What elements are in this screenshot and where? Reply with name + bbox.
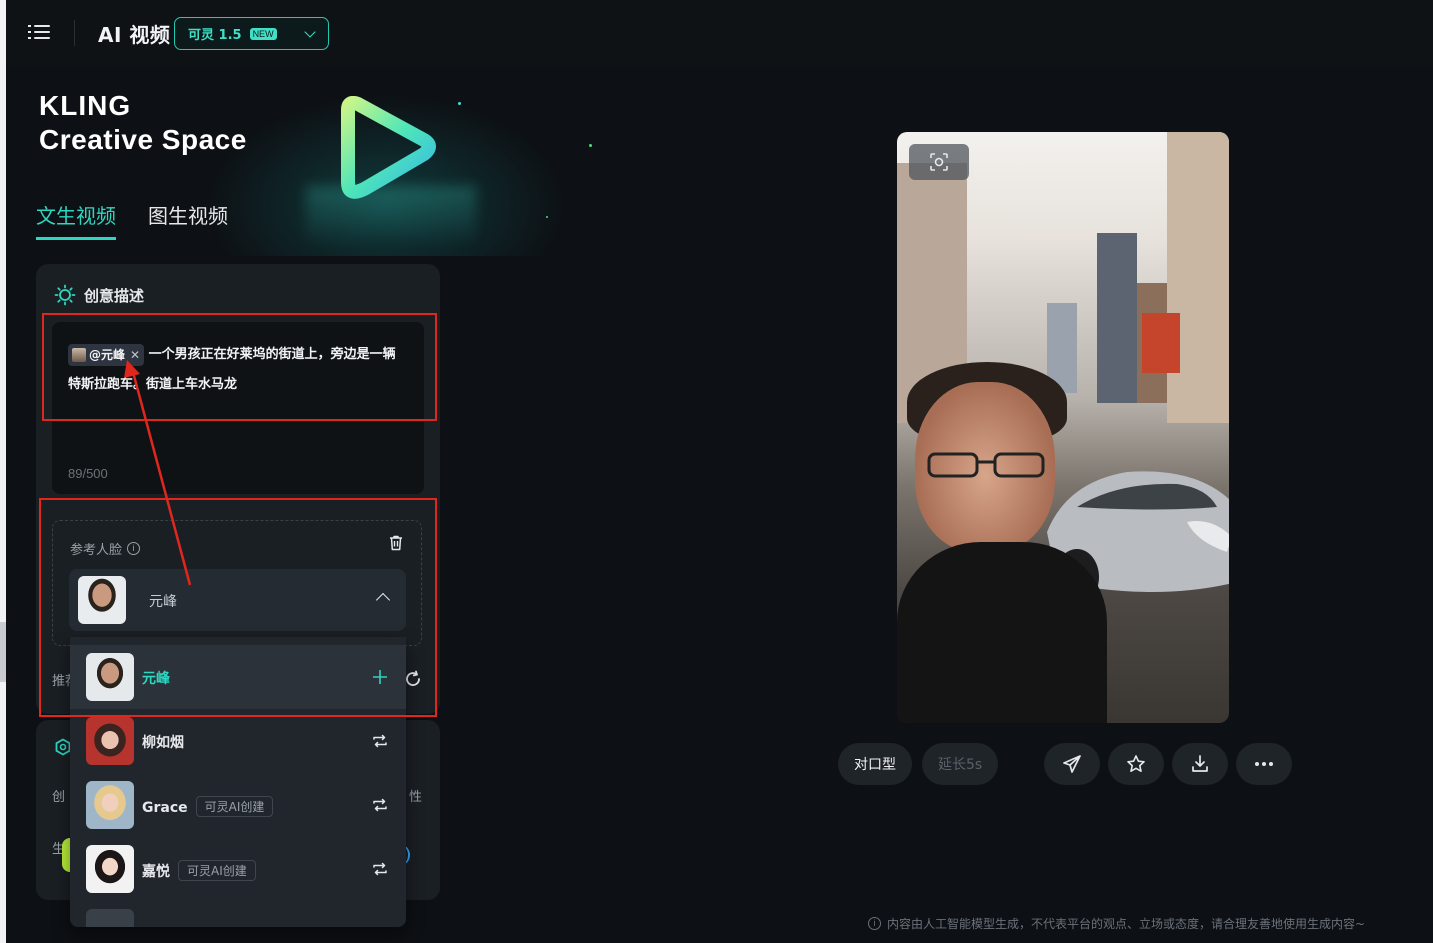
avatar [78,576,126,624]
face-mention-chip[interactable]: @元峰 ✕ [68,343,145,366]
new-badge: NEW [249,27,277,40]
reference-face-card: 参考人脸 i 元峰 [52,520,422,646]
trash-icon[interactable] [389,535,403,551]
tab-text-to-video[interactable]: 文生视频 [36,200,116,240]
face-scan-icon [930,153,948,171]
dropdown-item-name: 柳如烟 [142,735,184,751]
item-name-text: 嘉悦 [142,864,170,880]
reference-face-select[interactable]: 元峰 [69,569,406,631]
swap-icon[interactable] [372,797,388,813]
dropdown-item[interactable] [70,901,406,927]
brand-title-line2: Creative Space [39,124,247,155]
chevron-up-icon[interactable] [375,592,391,608]
creative-title-text: 创意描述 [84,286,145,305]
download-icon [1192,755,1209,772]
billboard [1142,313,1180,373]
item-name-text: Grace [142,800,188,816]
mention-label: @元峰 [89,347,126,362]
person-shirt [897,542,1107,723]
sun-bulb-icon [54,284,76,306]
avatar [86,845,134,893]
dropdown-item[interactable]: 嘉悦 可灵AI创建 [70,837,406,901]
face-dropdown: 元峰 柳如烟 Grace 可灵AI创建 嘉悦 可灵AI创建 [70,637,406,927]
favorite-button[interactable] [1108,743,1165,785]
swap-icon[interactable] [372,733,388,749]
tab-image-to-video[interactable]: 图生视频 [148,200,228,240]
dropdown-item-name: 元峰 [142,671,170,687]
face-scan-button[interactable] [909,144,969,180]
plus-icon[interactable] [372,669,388,685]
extend-button[interactable]: 延长5s [922,743,999,785]
dropdown-item[interactable]: 柳如烟 [70,709,406,773]
info-icon[interactable]: i [127,542,141,555]
lip-sync-button[interactable]: 对口型 [838,743,912,785]
window-edge-handle [0,622,6,682]
reference-face-label-text: 参考人脸 [70,543,123,558]
top-bar: AI 视频 可灵 1.5 NEW [6,0,1433,66]
more-dots-icon [1255,762,1274,766]
close-icon[interactable]: ✕ [130,340,140,370]
model-selector[interactable]: 可灵 1.5 NEW [174,17,329,50]
avatar [86,717,134,765]
share-button[interactable] [1044,743,1101,785]
prompt-textarea[interactable]: @元峰 ✕ 一个男孩正在好莱坞的街道上，旁边是一辆特斯拉跑车。街道上车水马龙 8… [52,322,424,494]
dropdown-item-name: 嘉悦 可灵AI创建 [142,860,256,881]
disclaimer-text: 内容由人工智能模型生成，不代表平台的观点、立场或态度，请合理友善地使用生成内容~ [887,917,1366,931]
page-title: AI 视频 [98,23,171,47]
kling-play-logo-icon [341,96,436,199]
prompt-content: @元峰 ✕ 一个男孩正在好莱坞的街道上，旁边是一辆特斯拉跑车。街道上车水马龙 [68,340,408,400]
ai-created-tag: 可灵AI创建 [178,860,256,881]
sparkle-dot [458,102,461,105]
star-icon [1127,755,1146,772]
video-actions: 对口型 延长5s [838,743,1293,785]
mention-avatar [72,347,86,362]
download-button[interactable] [1172,743,1229,785]
reference-face-label: 参考人脸 i [70,539,141,558]
settings-label-left: 创 [52,790,66,805]
glasses [927,452,1045,478]
avatar [86,653,134,701]
building [1097,233,1137,403]
dropdown-item[interactable]: 元峰 [70,645,406,709]
send-icon [1063,755,1082,773]
building [1167,132,1229,423]
avatar [86,909,134,927]
sparkle-dot [546,216,548,218]
swap-icon[interactable] [372,861,388,877]
more-button[interactable] [1236,743,1293,785]
disclaimer: i 内容由人工智能模型生成，不代表平台的观点、立场或态度，请合理友善地使用生成内… [868,915,1365,932]
avatar [86,781,134,829]
video-preview[interactable] [897,132,1229,723]
creative-panel-title: 创意描述 [54,284,144,306]
header-divider [74,20,75,46]
menu-icon[interactable] [28,22,50,42]
dropdown-item[interactable]: Grace 可灵AI创建 [70,773,406,837]
refresh-icon[interactable] [404,670,422,688]
model-name: 可灵 1.5 [188,28,242,43]
brand-title-line1: KLING [39,90,132,121]
ai-created-tag: 可灵AI创建 [195,796,274,817]
mode-tabs: 文生视频 图生视频 [36,200,228,240]
sparkle-dot [589,144,592,147]
info-icon: i [868,917,881,930]
char-counter: 89/500 [68,466,108,481]
dropdown-item-name: Grace 可灵AI创建 [142,796,274,817]
settings-label-right: 性 [408,790,422,805]
selected-face-name: 元峰 [149,594,177,610]
chevron-down-icon [304,26,316,38]
